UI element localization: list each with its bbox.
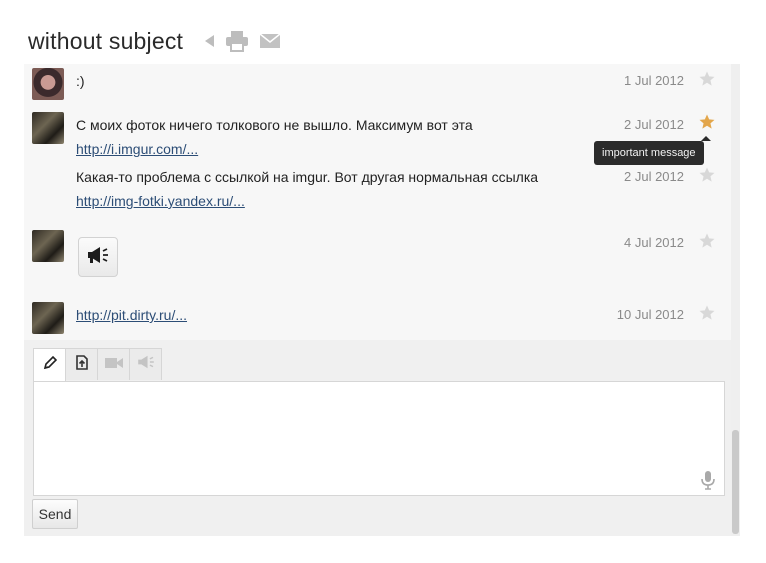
star-icon[interactable] [698,166,716,184]
audio-attachment-button[interactable] [78,237,118,277]
message-item: 4 Jul 2012 [24,228,724,282]
star-icon[interactable] [698,232,716,250]
pencil-icon [43,355,57,375]
message-text: С моих фоток ничего толкового не вышло. … [76,117,473,133]
megaphone-icon [135,355,157,374]
tab-file[interactable] [65,348,98,380]
message-text: Какая-то проблема с ссылкой на imgur. Во… [76,169,539,185]
header-actions [203,30,281,52]
scrollbar-thumb[interactable] [732,430,739,534]
video-icon [104,356,124,374]
avatar[interactable] [32,68,64,100]
tab-video[interactable] [97,348,130,380]
message-text: :) [76,73,85,89]
print-icon[interactable] [225,30,249,52]
scrollbar[interactable] [731,64,740,536]
back-arrow-icon[interactable] [203,34,215,48]
message-link[interactable]: http://i.imgur.com/... [76,140,198,158]
conversation-header: without subject [28,24,281,58]
file-upload-icon [75,354,88,375]
conversation-title: without subject [28,27,184,54]
star-icon[interactable] [698,70,716,88]
avatar[interactable] [32,112,64,144]
message-date: 1 Jul 2012 [624,73,684,88]
composer-tabs [33,348,162,381]
send-button[interactable]: Send [32,499,78,529]
microphone-icon[interactable] [700,470,716,490]
avatar[interactable] [32,302,64,334]
avatar[interactable] [32,230,64,262]
message-item: http://pit.dirty.ru/... 10 Jul 2012 [24,300,724,336]
megaphone-icon [86,246,110,269]
message-date: 2 Jul 2012 [624,117,684,132]
tab-text[interactable] [33,348,66,381]
message-link[interactable]: http://pit.dirty.ru/... [76,306,187,324]
tab-audio[interactable] [129,348,162,380]
message-date: 4 Jul 2012 [624,235,684,250]
star-icon[interactable] [698,113,716,131]
message-item: :) 1 Jul 2012 [24,66,724,102]
message-date: 2 Jul 2012 [624,169,684,184]
mail-icon[interactable] [259,33,281,49]
important-tooltip: important message [594,136,711,165]
message-item: Какая-то проблема с ссылкой на imgur. Во… [24,162,724,214]
reply-composer: Send [24,340,731,536]
message-input[interactable] [33,381,725,496]
message-link[interactable]: http://img-fotki.yandex.ru/... [76,192,245,210]
star-icon[interactable] [698,304,716,322]
message-date: 10 Jul 2012 [616,307,684,322]
